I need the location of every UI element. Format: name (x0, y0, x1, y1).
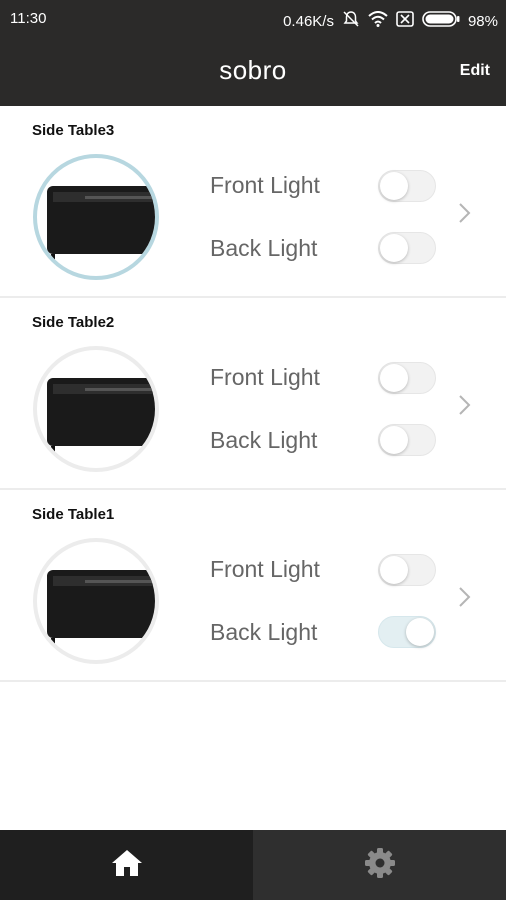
chevron-right-icon[interactable] (458, 394, 472, 421)
network-speed: 0.46K/s (283, 12, 334, 30)
status-bar: 11:30 0.46K/s 98% (0, 0, 506, 38)
app-bar: sobro Edit (0, 38, 506, 106)
back-light-toggle[interactable] (378, 424, 436, 456)
toggle-knob (406, 618, 434, 646)
edit-button[interactable]: Edit (460, 62, 490, 80)
battery-level: 98% (467, 12, 498, 30)
front-light-toggle[interactable] (378, 170, 436, 202)
toggle-knob (380, 556, 408, 584)
front-light-label: Front Light (210, 172, 320, 198)
front-light-label: Front Light (210, 364, 320, 390)
status-time: 11:30 (10, 10, 47, 27)
tab-home[interactable] (0, 830, 253, 900)
tab-settings[interactable] (253, 830, 506, 900)
device-row-side-table1[interactable]: Side Table1 Front Light Back Light (0, 490, 506, 682)
sim-icon (396, 11, 414, 31)
device-image[interactable] (33, 154, 159, 280)
device-image[interactable] (33, 538, 159, 664)
status-right: 0.46K/s 98% (283, 10, 498, 32)
app-title: sobro (219, 55, 287, 85)
toggle-knob (380, 172, 408, 200)
back-light-label: Back Light (210, 235, 318, 261)
back-light-toggle[interactable] (378, 232, 436, 264)
front-light-toggle[interactable] (378, 362, 436, 394)
toggle-knob (380, 364, 408, 392)
device-image[interactable] (33, 346, 159, 472)
device-row-side-table3[interactable]: Side Table3 Front Light Back Light (0, 106, 506, 298)
wifi-icon (368, 11, 388, 31)
bottom-tab-bar (0, 830, 506, 900)
back-light-toggle[interactable] (378, 616, 436, 648)
battery-icon (422, 11, 460, 31)
device-name: Side Table2 (32, 314, 115, 331)
mute-icon (342, 10, 360, 32)
back-light-label: Back Light (210, 619, 318, 645)
toggle-knob (380, 234, 408, 262)
device-name: Side Table1 (32, 506, 115, 523)
device-list: Side Table3 Front Light Back Light Side … (0, 106, 506, 682)
home-icon (110, 848, 144, 883)
toggle-knob (380, 426, 408, 454)
front-light-toggle[interactable] (378, 554, 436, 586)
gear-icon (363, 846, 397, 885)
chevron-right-icon[interactable] (458, 202, 472, 229)
device-name: Side Table3 (32, 122, 115, 139)
device-row-side-table2[interactable]: Side Table2 Front Light Back Light (0, 298, 506, 490)
chevron-right-icon[interactable] (458, 586, 472, 613)
back-light-label: Back Light (210, 427, 318, 453)
front-light-label: Front Light (210, 556, 320, 582)
